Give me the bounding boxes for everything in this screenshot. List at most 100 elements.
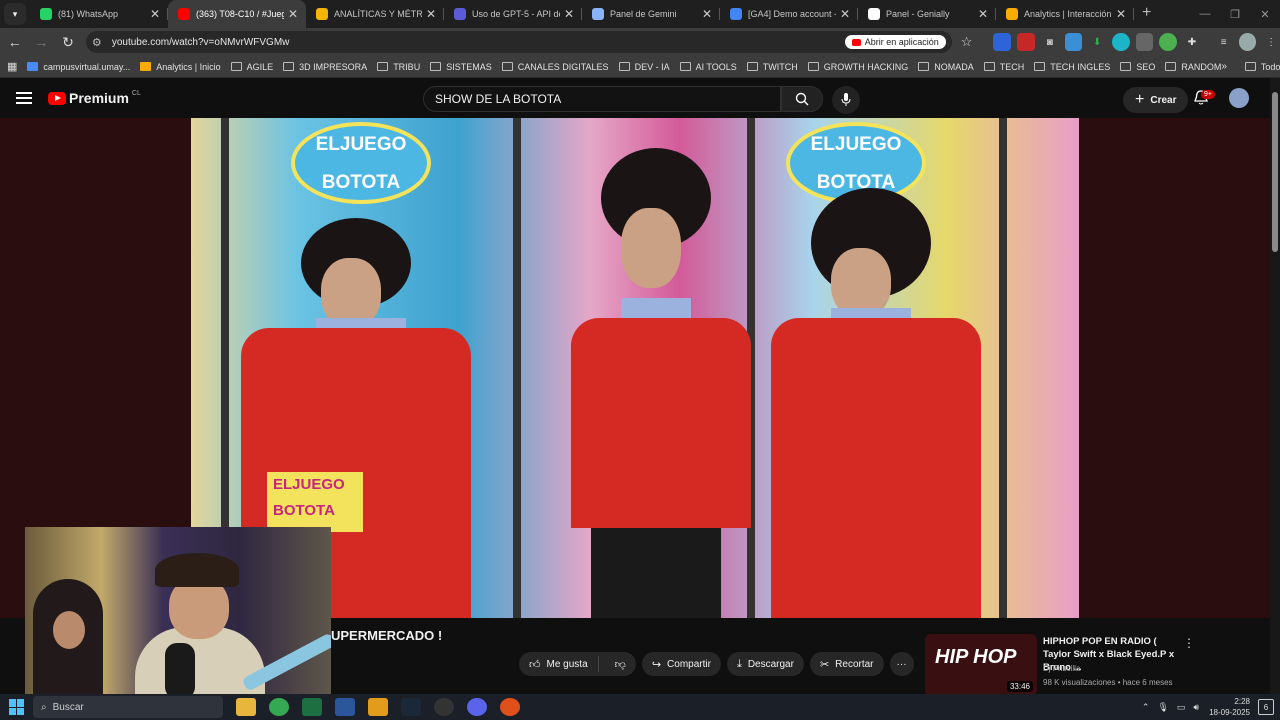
close-tab-icon[interactable]: ✕ (702, 7, 712, 21)
browser-tab[interactable]: ANALÍTICAS Y MÉTRICAS ✕ (306, 0, 444, 28)
obs-icon[interactable] (434, 698, 454, 716)
browser-tab[interactable]: [GA4] Demo account - An ✕ (720, 0, 858, 28)
back-button[interactable]: ← (3, 30, 27, 54)
open-in-app-button[interactable]: Abrir en aplicación (844, 35, 946, 49)
extension-icon[interactable] (1112, 33, 1130, 51)
bookmark-item[interactable]: NOMADA (918, 62, 974, 72)
apps-grid-icon[interactable]: ▦ (7, 60, 17, 74)
extension-icon[interactable] (1159, 33, 1178, 51)
app-icon[interactable] (368, 698, 388, 716)
minimize-icon[interactable]: — (1190, 8, 1220, 20)
like-button[interactable]: 👍︎ Me gusta (519, 656, 599, 672)
reading-list-icon[interactable]: ≡ (1215, 33, 1233, 51)
recommended-video[interactable]: HIP HOP 33:46 HIPHOP POP EN RADIO ( Tayl… (925, 634, 1195, 696)
bookmark-item[interactable]: GROWTH HACKING (807, 62, 908, 72)
browser-tab[interactable]: (363) T08-C10 / #Jueg ✕ (168, 0, 306, 28)
close-tab-icon[interactable]: ✕ (564, 7, 574, 21)
close-tab-icon[interactable]: ✕ (426, 7, 436, 21)
windows-start-icon[interactable] (9, 699, 25, 715)
chevron-down-icon: ▾ (12, 8, 18, 19)
recommended-thumbnail[interactable]: HIP HOP 33:46 (925, 634, 1037, 696)
tab-favicon-icon (730, 8, 742, 20)
close-tab-icon[interactable]: ✕ (1116, 7, 1126, 21)
new-tab-button[interactable]: + (1142, 4, 1151, 22)
maximize-icon[interactable]: ❐ (1220, 8, 1250, 21)
avatar[interactable] (1229, 88, 1249, 108)
download-button[interactable]: ⤓ Descargar (726, 652, 804, 676)
close-tab-icon[interactable]: ✕ (150, 7, 160, 21)
recommended-channel[interactable]: Dj Priscilla (1043, 664, 1080, 673)
browser-tab[interactable]: Panel - Genially ✕ (858, 0, 996, 28)
puzzle-icon[interactable]: ✚ (1183, 33, 1201, 51)
bookmark-item[interactable]: SISTEMAS (430, 62, 492, 72)
bookmark-item[interactable]: 3D IMPRESORA (283, 62, 367, 72)
camera-extension-icon[interactable]: ◙ (1041, 33, 1059, 51)
bookmark-star-icon[interactable]: ☆ (958, 33, 976, 51)
bookmark-item[interactable]: TECH (983, 62, 1024, 72)
search-button[interactable] (781, 86, 823, 112)
all-bookmarks[interactable]: Todos los marcadores (1244, 62, 1280, 72)
forward-button[interactable]: → (30, 30, 54, 54)
create-button[interactable]: + Crear (1123, 87, 1189, 113)
bookmark-item[interactable]: campusvirtual.umay... (27, 62, 130, 72)
clock[interactable]: 2:28 18-09-2025 (1209, 696, 1250, 718)
app-icon[interactable] (500, 698, 520, 716)
clip-button[interactable]: ✂ Recortar (809, 652, 884, 676)
bookmark-item[interactable]: RANDOM (1165, 62, 1221, 72)
taskbar-search[interactable]: ⌕ Buscar (33, 696, 223, 718)
site-info-icon[interactable]: ⚙ (92, 36, 106, 49)
bookmark-item[interactable]: AI TOOLS (679, 62, 737, 72)
download-extension-icon[interactable]: ⬇ (1088, 33, 1106, 51)
voice-search-button[interactable] (832, 86, 860, 114)
microphone-icon[interactable]: 🎙︎ (1157, 702, 1168, 713)
hamburger-menu-icon[interactable] (16, 89, 32, 107)
bookmark-item[interactable]: CANALES DIGITALES (501, 62, 609, 72)
tab-search-button[interactable]: ▾ (4, 3, 26, 25)
extension-icon[interactable] (993, 33, 1012, 51)
close-tab-icon[interactable]: ✕ (288, 7, 298, 21)
extension-icon[interactable] (1135, 33, 1154, 51)
bookmark-label: AGILE (246, 61, 274, 72)
word-icon[interactable] (335, 698, 355, 716)
youtube-logo[interactable]: Premium CL (48, 90, 141, 106)
kebab-menu-icon[interactable]: ⋮ (1262, 33, 1280, 51)
notifications-icon[interactable]: 6 (1258, 699, 1274, 715)
bookmark-item[interactable]: TWITCH (746, 62, 798, 72)
file-explorer-icon[interactable] (236, 698, 256, 716)
chrome-icon[interactable] (269, 698, 289, 716)
browser-tab[interactable]: Uso de GPT-5 - API de Op ✕ (444, 0, 582, 28)
kebab-menu-icon[interactable]: ⋮ (1183, 636, 1195, 650)
bookmarks-overflow[interactable]: » (1221, 61, 1227, 72)
browser-tab[interactable]: (81) WhatsApp ✕ (30, 0, 168, 28)
scrollbar-thumb[interactable] (1272, 92, 1278, 252)
search-input[interactable]: SHOW DE LA BOTOTA (423, 86, 781, 112)
bookmark-item[interactable]: Analytics | Inicio (140, 62, 221, 72)
more-actions-button[interactable]: ··· (889, 652, 914, 676)
reload-button[interactable]: ↻ (56, 30, 80, 54)
bookmark-item[interactable]: TECH INGLES (1034, 62, 1110, 72)
bookmark-item[interactable]: AGILE (230, 61, 274, 72)
close-tab-icon[interactable]: ✕ (840, 7, 850, 21)
region-code: CL (131, 90, 141, 97)
volume-icon[interactable]: 🔊︎ (1193, 702, 1199, 713)
steam-icon[interactable] (401, 698, 421, 716)
extension-icon[interactable] (1017, 33, 1035, 51)
share-button[interactable]: ↪ Compartir (641, 652, 721, 676)
page-scrollbar[interactable] (1270, 78, 1280, 694)
bookmark-item[interactable]: DEV - IA (618, 62, 670, 72)
profile-icon[interactable] (1238, 33, 1257, 51)
like-dislike-group: 👍︎ Me gusta 👎︎ (519, 652, 636, 676)
chevron-up-icon[interactable]: ⌃ (1142, 702, 1150, 713)
dislike-button[interactable]: 👎︎ (605, 658, 636, 671)
address-bar[interactable]: ⚙ youtube.com/watch?v=oNMvrWFVGMw Abrir … (85, 31, 952, 53)
browser-tab[interactable]: Analytics | Interacción ✕ (996, 0, 1134, 28)
screen-extension-icon[interactable] (1064, 33, 1083, 51)
bookmark-item[interactable]: SEO (1120, 62, 1155, 72)
browser-tab[interactable]: Panel de Gemini ✕ (582, 0, 720, 28)
bookmark-item[interactable]: TRIBU (377, 62, 420, 72)
app-icon[interactable] (467, 698, 487, 716)
excel-icon[interactable] (302, 698, 322, 716)
network-icon[interactable]: ▭ (1177, 702, 1186, 713)
close-window-icon[interactable]: ✕ (1250, 8, 1280, 21)
close-tab-icon[interactable]: ✕ (978, 7, 988, 21)
